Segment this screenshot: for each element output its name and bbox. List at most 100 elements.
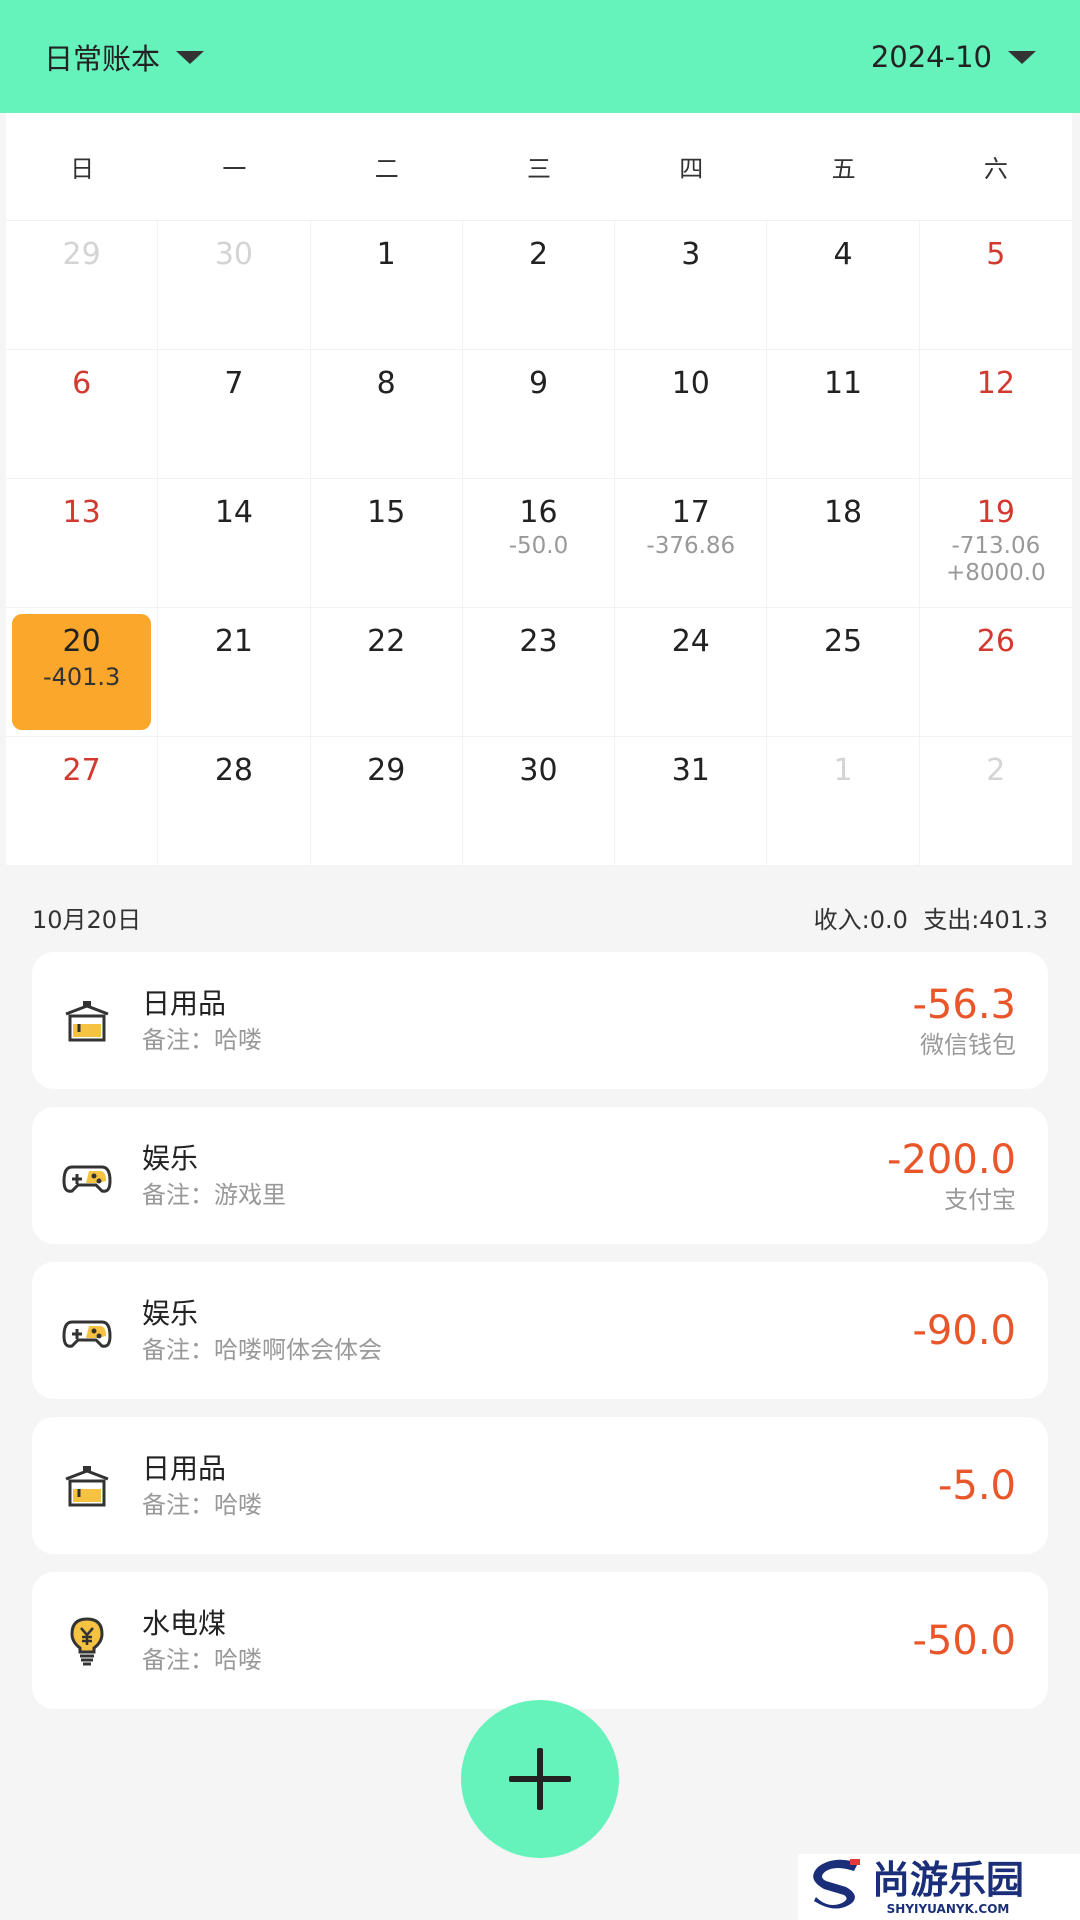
- record-note: 备注：哈喽啊体会体会: [142, 1335, 382, 1364]
- day-number: 29: [367, 753, 406, 788]
- day-number: 28: [214, 753, 254, 788]
- record-category: 日用品: [142, 1451, 227, 1485]
- calendar-day[interactable]: 19 -713.06 +8000.0: [919, 479, 1072, 608]
- day-expense: 支出:401.3: [923, 906, 1048, 934]
- calendar-day[interactable]: 27: [6, 737, 159, 866]
- record-card[interactable]: 日用品 备注：哈喽 -5.0: [32, 1417, 1048, 1554]
- calendar-day[interactable]: 30: [462, 737, 616, 866]
- watermark-title: 尚游乐园: [872, 1858, 1025, 1902]
- calendar-day[interactable]: 7: [158, 350, 311, 479]
- record-info: 日用品备注：哈喽: [142, 1450, 938, 1522]
- day-number: 2: [986, 753, 1006, 788]
- day-number: 11: [823, 366, 863, 401]
- calendar-day[interactable]: 28: [158, 737, 311, 866]
- selected-date: 10月20日: [32, 906, 142, 934]
- utility-bulb-icon: [62, 1616, 112, 1666]
- calendar-day[interactable]: 24: [615, 608, 768, 737]
- day-amount: -376.86: [646, 533, 736, 559]
- record-wallet: 支付宝: [944, 1185, 1016, 1214]
- calendar-day[interactable]: 31: [615, 737, 768, 866]
- record-amount-block: -90.0: [913, 1307, 1017, 1355]
- watermark: 尚游乐园 SHYIYUANYK.COM: [798, 1854, 1080, 1920]
- calendar-day[interactable]: 10: [615, 350, 768, 479]
- month-selector[interactable]: 2024-10: [871, 40, 1036, 74]
- day-amount: +8000.0: [945, 560, 1046, 586]
- calendar-day[interactable]: 4: [767, 221, 920, 350]
- record-info: 娱乐 备注：哈喽啊体会体会: [142, 1295, 913, 1367]
- calendar-day[interactable]: 23: [462, 608, 616, 737]
- calendar-day[interactable]: 29: [310, 737, 463, 866]
- day-number: 9: [528, 366, 549, 401]
- weekday-label: 五: [831, 155, 856, 183]
- day-number: 13: [62, 495, 101, 530]
- day-number: 30: [214, 237, 254, 272]
- day-number: 14: [214, 495, 254, 530]
- day-number: 10: [671, 366, 710, 401]
- weekday-label: 一: [222, 155, 247, 183]
- record-info: 娱乐 备注：游戏里: [142, 1140, 887, 1212]
- record-card[interactable]: 水电煤 备注：哈喽 -50.0: [32, 1572, 1048, 1709]
- calendar-day[interactable]: 1: [310, 221, 463, 350]
- book-selector[interactable]: 日常账本: [44, 36, 205, 78]
- gamepad-icon: [62, 1306, 112, 1356]
- calendar-day[interactable]: 6: [6, 350, 159, 479]
- calendar-day[interactable]: 29: [6, 221, 159, 350]
- weekday-label: 四: [679, 155, 704, 183]
- calendar-day[interactable]: 15: [310, 479, 463, 608]
- record-note: 备注：哈喽: [142, 1645, 262, 1674]
- calendar-day[interactable]: 18: [767, 479, 920, 608]
- record-amount-block: -56.3 微信钱包: [913, 981, 1017, 1061]
- calendar-day[interactable]: 5: [919, 221, 1072, 350]
- calendar-day[interactable]: 2: [919, 737, 1072, 866]
- calendar-day[interactable]: 9: [462, 350, 616, 479]
- record-amount: -5.0: [937, 1462, 1016, 1509]
- calendar-day[interactable]: 8: [310, 350, 463, 479]
- calendar-day[interactable]: 16 -50.0: [462, 479, 616, 608]
- day-number: 8: [376, 366, 396, 401]
- calendar-day[interactable]: 30: [158, 221, 311, 350]
- record-card[interactable]: 娱乐 备注：游戏里 -200.0 支付宝: [32, 1107, 1048, 1244]
- record-info: 水电煤备注：哈喽: [142, 1605, 913, 1677]
- record-amount: -50.0: [912, 1617, 1017, 1664]
- day-number: 17: [671, 495, 710, 530]
- calendar-day[interactable]: 26: [919, 608, 1072, 737]
- month-label: 2024-10: [870, 39, 992, 74]
- weekday-header: 日一二三四五六: [6, 113, 1072, 220]
- calendar-day[interactable]: 22: [310, 608, 463, 737]
- calendar-day[interactable]: 3: [615, 221, 768, 350]
- day-income: 收入:0.0: [813, 906, 908, 934]
- day-number: 23: [519, 624, 558, 659]
- daily-goods-icon: [62, 996, 112, 1046]
- day-amount: -401.3: [42, 663, 121, 691]
- day-number: 1: [833, 753, 853, 788]
- calendar-day[interactable]: 21: [158, 608, 311, 737]
- calendar-day[interactable]: 12: [919, 350, 1072, 479]
- calendar-day[interactable]: 1: [767, 737, 920, 866]
- day-number: 16: [519, 495, 558, 530]
- add-record-button[interactable]: [461, 1700, 619, 1858]
- day-number: 22: [367, 624, 406, 659]
- record-info: 日用品 备注：哈喽: [142, 985, 913, 1057]
- calendar-day[interactable]: 13: [6, 479, 159, 608]
- day-number: 4: [833, 237, 853, 272]
- calendar-day[interactable]: 14: [158, 479, 311, 608]
- calendar-day[interactable]: 11: [767, 350, 920, 479]
- record-note: 备注：哈喽: [142, 1490, 262, 1519]
- day-number: 20: [62, 624, 101, 659]
- month-dropdown-icon: [1008, 51, 1036, 64]
- calendar-day[interactable]: 20 -401.3: [6, 608, 159, 737]
- calendar-day[interactable]: 17 -376.86: [615, 479, 768, 608]
- daily-goods-icon: [62, 1461, 112, 1511]
- day-number: 6: [72, 366, 92, 401]
- day-amount: -713.06: [951, 533, 1041, 559]
- top-bar: 日常账本 2024-10: [0, 0, 1080, 113]
- record-card[interactable]: 娱乐 备注：哈喽啊体会体会 -90.0: [32, 1262, 1048, 1399]
- record-category: 水电煤: [142, 1606, 227, 1640]
- record-amount-block: -50.0: [913, 1617, 1017, 1665]
- record-card[interactable]: 日用品 备注：哈喽 -56.3 微信钱包: [32, 952, 1048, 1089]
- weekday-label: 日: [70, 155, 95, 183]
- calendar-day[interactable]: 25: [767, 608, 920, 737]
- calendar-day[interactable]: 2: [462, 221, 616, 350]
- book-name: 日常账本: [44, 41, 161, 76]
- weekday-label: 二: [374, 155, 399, 183]
